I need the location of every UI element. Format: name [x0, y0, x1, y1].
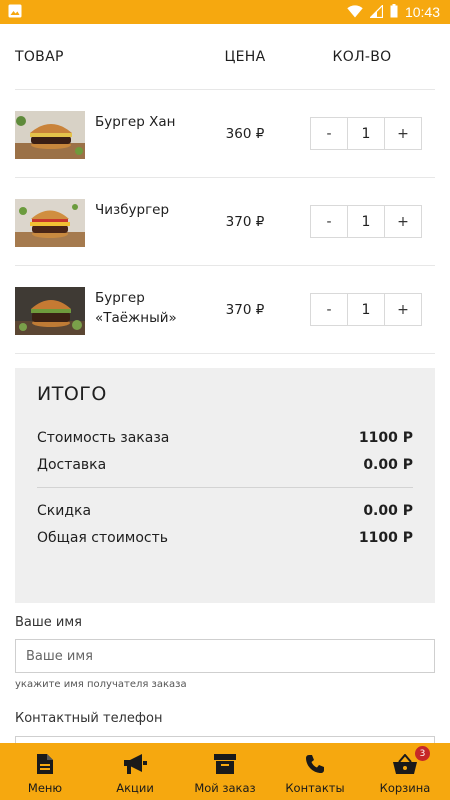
summary-divider: [37, 487, 413, 488]
phone-label: Контактный телефон: [15, 711, 163, 726]
nav-label: Акции: [116, 781, 154, 795]
decrease-button[interactable]: -: [311, 294, 348, 325]
decrease-button[interactable]: -: [311, 118, 348, 149]
quantity-stepper: - 1 +: [310, 117, 422, 150]
summary-order-cost: Стоимость заказа 1100 Р: [37, 424, 413, 451]
total-label: Общая стоимость: [37, 529, 169, 546]
cart-row: Бургер Хан 360 ₽ - 1 +: [15, 90, 435, 178]
name-hint: укажите имя получателя заказа: [15, 679, 187, 690]
battery-icon: [390, 3, 398, 22]
nav-label: Корзина: [379, 781, 431, 795]
name-input[interactable]: [15, 639, 435, 673]
cheeseburger-image: [15, 199, 85, 247]
quantity-stepper: - 1 +: [310, 293, 422, 326]
quantity-value: 1: [361, 301, 371, 318]
product-price: 370 ₽: [225, 213, 265, 230]
phone-icon: [305, 753, 325, 775]
taiga-burger-image: [15, 287, 85, 335]
nav-label: Контакты: [285, 781, 345, 795]
delivery-value: 0.00 Р: [363, 456, 413, 473]
nav-item-contacts[interactable]: Контакты: [270, 743, 360, 800]
nav-label: Мой заказ: [194, 781, 256, 795]
discount-label: Скидка: [37, 502, 92, 519]
archive-box-icon: [214, 753, 236, 775]
quantity-stepper: - 1 +: [310, 205, 422, 238]
header-qty: КОЛ-ВО: [332, 48, 392, 65]
cart-row: Чизбургер 370 ₽ - 1 +: [15, 178, 435, 266]
burger-khan-image: [15, 111, 85, 159]
nav-item-menu[interactable]: Меню: [0, 743, 90, 800]
increase-button[interactable]: +: [384, 294, 421, 325]
summary-title: ИТОГО: [37, 383, 107, 405]
decrease-button[interactable]: -: [311, 206, 348, 237]
bottom-nav: Меню Акции Мой заказ Контакты 3 Корзина: [0, 743, 450, 800]
basket-icon: [393, 753, 417, 775]
nav-item-cart[interactable]: 3 Корзина: [360, 743, 450, 800]
quantity-value: 1: [361, 213, 371, 230]
increase-button[interactable]: +: [384, 206, 421, 237]
nav-item-my-order[interactable]: Мой заказ: [180, 743, 270, 800]
image-notification-icon: [8, 3, 22, 22]
delivery-label: Доставка: [37, 456, 107, 473]
product-name: Бургер Хан: [95, 114, 176, 130]
megaphone-icon: [122, 753, 148, 775]
header-product: ТОВАР: [15, 48, 64, 65]
quantity-value: 1: [361, 125, 371, 142]
order-cost-value: 1100 Р: [358, 429, 413, 446]
summary-delivery: Доставка 0.00 Р: [37, 451, 413, 478]
cart-row: Бургер «Таёжный» 370 ₽ - 1 +: [15, 266, 435, 354]
cart-header: ТОВАР ЦЕНА КОЛ-ВО: [15, 24, 435, 90]
order-cost-label: Стоимость заказа: [37, 429, 170, 446]
status-bar: 10:43: [0, 0, 450, 24]
cart-table: ТОВАР ЦЕНА КОЛ-ВО Бургер Хан 360 ₽ - 1 +…: [15, 24, 435, 354]
product-price: 360 ₽: [225, 125, 265, 142]
nav-label: Меню: [27, 781, 63, 795]
header-price: ЦЕНА: [224, 48, 266, 65]
document-icon: [36, 753, 54, 775]
product-name: Чизбургер: [95, 202, 170, 218]
discount-value: 0.00 Р: [363, 502, 413, 519]
increase-button[interactable]: +: [384, 118, 421, 149]
wifi-icon: [347, 3, 363, 22]
product-name: Бургер «Таёжный»: [95, 290, 177, 326]
status-time: 10:43: [404, 4, 440, 20]
product-price: 370 ₽: [225, 301, 265, 318]
summary-total: Общая стоимость 1100 Р: [37, 524, 413, 551]
cart-count-badge: 3: [415, 746, 430, 761]
signal-icon: [369, 3, 384, 22]
order-summary: ИТОГО Стоимость заказа 1100 Р Доставка 0…: [15, 368, 435, 603]
summary-discount: Скидка 0.00 Р: [37, 497, 413, 524]
total-value: 1100 Р: [358, 529, 413, 546]
nav-item-promotions[interactable]: Акции: [90, 743, 180, 800]
name-label: Ваше имя: [15, 615, 82, 630]
